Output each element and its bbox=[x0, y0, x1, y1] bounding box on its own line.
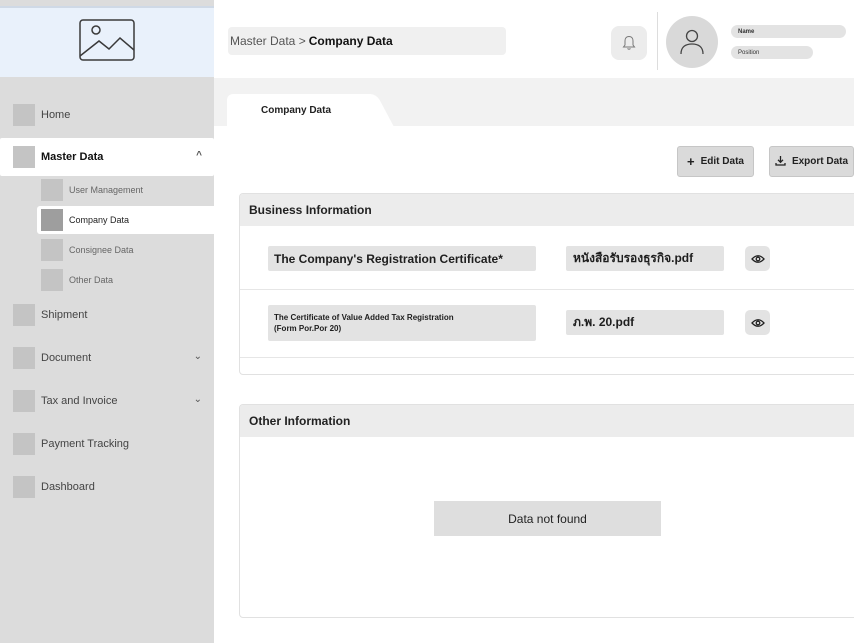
document-label-line1: The Certificate of Value Added Tax Regis… bbox=[274, 313, 454, 322]
top-header: Master Data > Company Data Name Position bbox=[214, 0, 854, 78]
user-management-icon bbox=[41, 179, 63, 201]
sidebar-subitem-other-data[interactable]: Other Data bbox=[37, 266, 214, 294]
home-icon bbox=[13, 104, 35, 126]
logo-area bbox=[0, 6, 214, 77]
content-panel: + Edit Data Export Data Business Informa… bbox=[214, 126, 854, 643]
breadcrumb-current: Company Data bbox=[308, 34, 393, 48]
sidebar-subitem-label: User Management bbox=[69, 185, 144, 195]
section-title: Other Information bbox=[240, 405, 854, 437]
edit-data-label: Edit Data bbox=[700, 156, 744, 167]
dashboard-icon bbox=[13, 476, 35, 498]
other-information-card: Other Information Data not found bbox=[239, 404, 854, 618]
sidebar-item-home[interactable]: Home bbox=[0, 96, 214, 134]
tab-company-data[interactable]: Company Data bbox=[227, 94, 373, 126]
business-information-card: Business Information The Company's Regis… bbox=[239, 193, 854, 375]
sidebar-item-label: Shipment bbox=[41, 309, 88, 321]
sidebar-subitem-company-data[interactable]: Company Data bbox=[37, 206, 214, 234]
empty-state-message: Data not found bbox=[434, 501, 661, 536]
document-row: The Company's Registration Certificate* … bbox=[240, 226, 854, 290]
main-area: Company Data + Edit Data Export Data Bus… bbox=[214, 78, 854, 643]
document-row: The Certificate of Value Added Tax Regis… bbox=[240, 290, 854, 358]
sidebar-item-shipment[interactable]: Shipment bbox=[0, 296, 214, 334]
sidebar-item-label: Payment Tracking bbox=[41, 438, 130, 450]
sidebar-item-payment-tracking[interactable]: Payment Tracking bbox=[0, 425, 214, 463]
tax-invoice-icon bbox=[13, 390, 35, 412]
file-name[interactable]: ภ.พ. 20.pdf bbox=[566, 310, 724, 335]
user-name: Name bbox=[731, 25, 846, 38]
edit-data-button[interactable]: + Edit Data bbox=[677, 146, 754, 177]
download-icon bbox=[775, 154, 786, 169]
sidebar-item-label: Master Data bbox=[41, 151, 104, 163]
user-icon bbox=[680, 29, 704, 55]
consignee-data-icon bbox=[41, 239, 63, 261]
tab-label: Company Data bbox=[261, 104, 332, 116]
shipment-icon bbox=[13, 304, 35, 326]
sidebar-item-tax-and-invoice[interactable]: Tax and Invoice ⌄ bbox=[0, 382, 214, 420]
sidebar-item-label: Home bbox=[41, 109, 71, 121]
document-label: The Certificate of Value Added Tax Regis… bbox=[268, 305, 536, 341]
chevron-up-icon: ^ bbox=[196, 150, 202, 161]
document-label-line2: (Form Por.Por 20) bbox=[274, 324, 342, 333]
sidebar-item-dashboard[interactable]: Dashboard bbox=[0, 468, 214, 506]
file-name[interactable]: หนังสือรับรองธุรกิจ.pdf bbox=[566, 246, 724, 271]
tab-bar: Company Data bbox=[214, 78, 854, 126]
export-data-button[interactable]: Export Data bbox=[769, 146, 854, 177]
sidebar-item-label: Document bbox=[41, 352, 92, 364]
sidebar-item-document[interactable]: Document ⌄ bbox=[0, 339, 214, 377]
section-title: Business Information bbox=[240, 194, 854, 226]
view-file-button[interactable] bbox=[745, 246, 770, 271]
master-data-icon bbox=[13, 146, 35, 168]
chevron-down-icon: ⌄ bbox=[193, 351, 202, 362]
sidebar-item-label: Tax and Invoice bbox=[41, 395, 118, 407]
sidebar-subitem-label: Other Data bbox=[69, 275, 114, 285]
sidebar-subitem-label: Company Data bbox=[69, 215, 130, 225]
sidebar-subitem-consignee-data[interactable]: Consignee Data bbox=[37, 236, 214, 264]
eye-icon bbox=[750, 318, 765, 327]
sidebar-item-label: Dashboard bbox=[41, 481, 95, 493]
other-data-icon bbox=[41, 269, 63, 291]
company-data-icon bbox=[41, 209, 63, 231]
app-window: Home Master Data ^ User Management Compa… bbox=[0, 0, 854, 643]
breadcrumb: Master Data > Company Data bbox=[228, 27, 506, 55]
avatar[interactable] bbox=[666, 16, 718, 68]
plus-icon: + bbox=[687, 154, 695, 169]
breadcrumb-parent[interactable]: Master Data > bbox=[230, 34, 306, 48]
sidebar-subitem-label: Consignee Data bbox=[69, 245, 134, 255]
sidebar: Home Master Data ^ User Management Compa… bbox=[0, 0, 214, 643]
bell-icon bbox=[622, 35, 636, 50]
view-file-button[interactable] bbox=[745, 310, 770, 335]
user-position: Position bbox=[731, 46, 813, 59]
image-placeholder-icon bbox=[79, 19, 135, 66]
document-icon bbox=[13, 347, 35, 369]
sidebar-item-master-data[interactable]: Master Data ^ bbox=[0, 138, 214, 176]
header-divider bbox=[657, 12, 658, 70]
payment-tracking-icon bbox=[13, 433, 35, 455]
eye-icon bbox=[750, 254, 765, 263]
notification-button[interactable] bbox=[611, 26, 647, 60]
sidebar-subitem-user-management[interactable]: User Management bbox=[37, 176, 214, 204]
export-data-label: Export Data bbox=[791, 156, 849, 167]
document-label: The Company's Registration Certificate* bbox=[268, 246, 536, 271]
chevron-down-icon: ⌄ bbox=[193, 394, 202, 405]
